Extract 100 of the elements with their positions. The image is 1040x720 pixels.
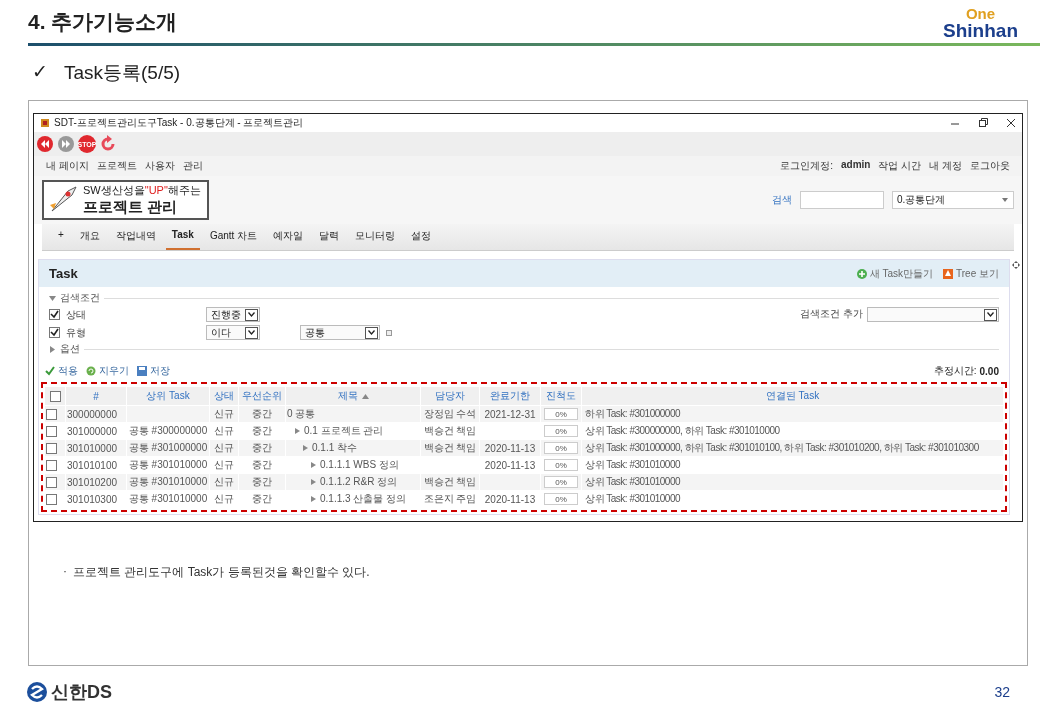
progress-bar: 0% xyxy=(544,476,578,489)
save-link[interactable]: 저장 xyxy=(137,364,170,378)
refresh-icon xyxy=(86,366,96,376)
nav-tab[interactable]: + xyxy=(52,224,70,250)
column-header[interactable]: 담당자 xyxy=(420,386,480,406)
filter-checkbox[interactable] xyxy=(49,327,60,338)
table-cell: 2020-11-13 xyxy=(479,456,541,474)
expand-icon[interactable] xyxy=(295,428,300,434)
expand-icon[interactable] xyxy=(311,479,316,485)
estimate-label: 추정시간: xyxy=(933,364,977,378)
column-header[interactable]: 상위 Task xyxy=(126,386,210,406)
restore-icon[interactable] xyxy=(978,118,988,128)
nav-tab[interactable]: 모니터링 xyxy=(349,224,402,250)
task-title[interactable]: 0 공통 xyxy=(287,407,316,421)
table-cell: 301010100 xyxy=(65,456,127,474)
table-cell: 상위 Task: #301010000 xyxy=(581,456,1004,474)
username: admin xyxy=(841,159,871,172)
plus-icon xyxy=(856,268,867,279)
column-header[interactable]: 진척도 xyxy=(540,386,582,406)
back-icon[interactable] xyxy=(36,135,54,153)
table-cell: 백승건 책임 xyxy=(420,422,480,440)
search-label: 검색 xyxy=(772,193,792,207)
row-checkbox[interactable] xyxy=(46,476,57,488)
search-field[interactable] xyxy=(800,191,884,209)
filter-checkbox[interactable] xyxy=(49,309,60,320)
table-cell: 상위 Task: #300000000, 하위 Task: #301010000 xyxy=(581,422,1004,440)
nav-tab[interactable]: 달력 xyxy=(313,224,346,250)
nav-tab[interactable]: 작업내역 xyxy=(109,224,162,250)
column-header[interactable]: 상태 xyxy=(209,386,239,406)
table-cell: 신규 xyxy=(209,422,239,440)
progress-bar: 0% xyxy=(544,442,578,455)
tree-view-link[interactable]: Tree 보기 xyxy=(943,266,999,281)
column-header[interactable]: 연결된 Task xyxy=(581,386,1004,406)
login-label: 로그인계정: xyxy=(780,159,833,173)
expand-icon[interactable] xyxy=(303,445,308,451)
nav-tab[interactable]: Gantt 차트 xyxy=(203,224,264,250)
nav-tab[interactable]: Task xyxy=(165,224,200,250)
operator-select[interactable]: 이다 xyxy=(206,325,260,340)
menu-link[interactable]: 관리 xyxy=(182,159,203,173)
progress-bar: 0% xyxy=(544,459,578,472)
dropdown-icon xyxy=(365,326,378,339)
expand-icon[interactable] xyxy=(311,462,316,468)
dropdown-icon xyxy=(984,308,997,321)
table-cell: 공통 #300000000 xyxy=(126,422,210,440)
column-header[interactable]: 제목 xyxy=(285,386,421,406)
table-cell: 공통 #301010000 xyxy=(126,456,210,474)
row-checkbox[interactable] xyxy=(46,408,57,420)
collapse-icon[interactable] xyxy=(49,294,56,302)
close-icon[interactable] xyxy=(1006,118,1016,128)
dropdown-icon xyxy=(1001,197,1009,203)
new-task-link[interactable]: 새 Task만들기 xyxy=(856,266,934,281)
sort-ascending-icon[interactable] xyxy=(361,394,369,399)
dropdown-icon xyxy=(245,308,258,321)
panel-title: Task xyxy=(49,266,78,281)
project-select[interactable]: 0.공통단계 xyxy=(892,191,1014,209)
banner-title: 프로젝트 관리 xyxy=(83,198,179,217)
slide-title: 4. 추가기능소개 xyxy=(28,9,179,35)
page-number: 32 xyxy=(994,684,1010,700)
select-all-checkbox[interactable] xyxy=(49,390,61,402)
refresh-icon[interactable] xyxy=(99,135,117,153)
clear-link[interactable]: 지우기 xyxy=(86,364,129,378)
row-checkbox[interactable] xyxy=(46,425,57,437)
add-filter-select[interactable] xyxy=(867,307,999,322)
table-cell: 301000000 xyxy=(65,422,127,440)
column-header[interactable]: 우선순위 xyxy=(238,386,286,406)
row-checkbox[interactable] xyxy=(46,459,57,471)
menu-link[interactable]: 사용자 xyxy=(144,159,175,173)
column-header[interactable]: 완료기한 xyxy=(479,386,541,406)
window-title: SDT-프로젝트관리도구Task - 0.공통단계 - 프로젝트관리 xyxy=(54,116,304,130)
apply-link[interactable]: 적용 xyxy=(45,364,78,378)
value-select[interactable]: 공통 xyxy=(300,325,380,340)
check-mark: ✓ xyxy=(32,60,48,84)
note-text: 프로젝트 관리도구에 Task가 등록된것을 확인할수 있다. xyxy=(73,564,370,581)
row-checkbox[interactable] xyxy=(46,493,57,505)
nav-tab[interactable]: 설정 xyxy=(405,224,438,250)
nav-tab[interactable]: 개요 xyxy=(73,224,106,250)
filter-label: 상태 xyxy=(66,307,87,322)
column-header[interactable]: # xyxy=(65,386,127,406)
subtitle: Task등록(5/5) xyxy=(63,61,181,85)
nav-tab[interactable]: 예자일 xyxy=(267,224,310,250)
account-link[interactable]: 로그아웃 xyxy=(970,159,1010,173)
filter-legend: 검색조건 xyxy=(60,291,100,305)
table-cell: 중간 xyxy=(238,456,286,474)
tree-icon xyxy=(943,268,954,279)
forward-icon[interactable] xyxy=(57,135,75,153)
app-icon xyxy=(40,118,50,128)
progress-bar: 0% xyxy=(544,408,578,421)
expand-icon[interactable] xyxy=(311,496,316,502)
row-checkbox[interactable] xyxy=(46,442,57,454)
menu-link[interactable]: 프로젝트 xyxy=(96,159,137,173)
progress-bar: 0% xyxy=(544,493,578,506)
account-link[interactable]: 내 계정 xyxy=(929,159,962,173)
expand-icon[interactable] xyxy=(49,345,56,353)
banner-tagline: SW생산성을"UP"해주는 xyxy=(83,183,201,198)
banner-logo[interactable]: SW생산성을"UP"해주는 프로젝트 관리 xyxy=(42,180,209,220)
checkmark-icon xyxy=(45,366,55,376)
move-icon[interactable] xyxy=(1012,261,1020,269)
menu-link[interactable]: 내 페이지 xyxy=(46,159,89,173)
operator-select[interactable]: 진행중 xyxy=(206,307,260,322)
account-link[interactable]: 작업 시간 xyxy=(878,159,922,173)
